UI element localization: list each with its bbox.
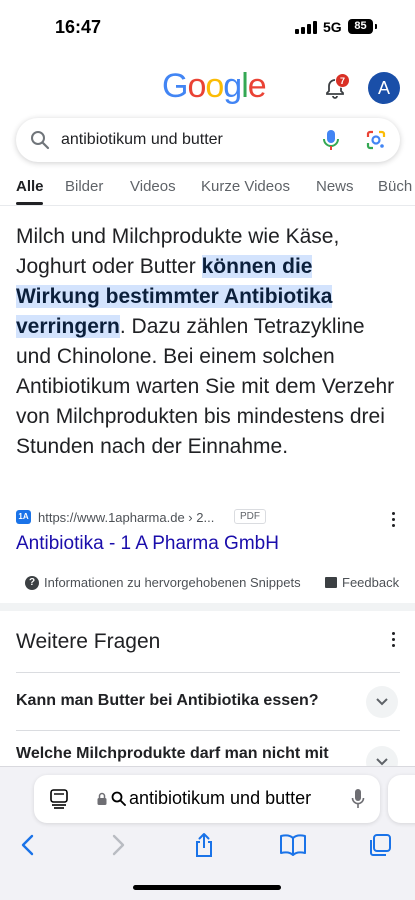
account-avatar[interactable]: A — [368, 72, 400, 104]
search-icon — [30, 130, 50, 150]
logo-letter: G — [162, 67, 188, 105]
home-indicator — [133, 885, 281, 890]
result-more-options-icon[interactable] — [392, 512, 396, 528]
signal-icon — [295, 21, 317, 34]
related-question-item[interactable]: Welche Milchprodukte darf man nicht mit — [16, 745, 329, 763]
expand-question-button[interactable] — [366, 686, 398, 718]
tab-images[interactable]: Bilder — [65, 178, 103, 195]
help-icon[interactable]: ? — [25, 576, 39, 590]
battery-cap — [375, 24, 377, 29]
chevron-down-icon — [376, 698, 388, 706]
source-url[interactable]: https://www.1apharma.de › 2... — [38, 510, 214, 525]
status-time: 16:47 — [55, 17, 102, 37]
feedback-link[interactable]: Feedback — [342, 575, 399, 590]
tab-all[interactable]: Alle — [16, 178, 44, 195]
share-icon[interactable] — [191, 832, 217, 858]
search-box[interactable]: antibiotikum und butter — [16, 118, 400, 162]
logo-letter: e — [247, 67, 267, 105]
search-tabs: Alle Bilder Videos Kurze Videos News Büc… — [0, 172, 415, 206]
page-menu-icon[interactable] — [50, 789, 68, 809]
network-label: 5G — [323, 19, 342, 35]
tab-short-videos[interactable]: Kurze Videos — [201, 178, 290, 195]
address-text[interactable]: antibiotikum und butter — [129, 788, 311, 809]
logo-letter: g — [223, 67, 242, 105]
google-logo[interactable]: Google — [162, 67, 267, 106]
pdf-tag: PDF — [234, 509, 266, 524]
battery-icon: 85 — [348, 19, 373, 34]
active-tab-indicator — [16, 202, 43, 205]
magnifier-icon — [111, 791, 126, 806]
tab-videos[interactable]: Videos — [130, 178, 176, 195]
status-bar: 16:47 5G 85 — [0, 0, 415, 56]
related-more-options-icon[interactable] — [392, 632, 396, 648]
related-question-item[interactable]: Kann man Butter bei Antibiotika essen? — [16, 692, 319, 710]
divider — [16, 672, 400, 673]
voice-search-mic-icon[interactable] — [320, 128, 342, 152]
section-divider — [0, 603, 415, 611]
next-tab-preview[interactable] — [388, 775, 415, 823]
logo-letter: o — [187, 67, 206, 105]
tab-news[interactable]: News — [316, 178, 354, 195]
tabs-overview-icon[interactable] — [367, 832, 393, 858]
snippet-info-link[interactable]: Informationen zu hervorgehobenen Snippet… — [44, 575, 301, 590]
battery-level: 85 — [354, 20, 367, 32]
lock-icon — [97, 792, 107, 805]
search-input[interactable]: antibiotikum und butter — [61, 131, 223, 149]
back-icon[interactable] — [15, 832, 41, 858]
source-row[interactable]: 1A https://www.1apharma.de › 2... PDF — [16, 509, 400, 529]
notification-badge: 7 — [335, 73, 350, 88]
forward-icon[interactable] — [105, 832, 131, 858]
site-favicon: 1A — [16, 510, 31, 524]
bookmarks-icon[interactable] — [279, 832, 306, 858]
divider — [16, 730, 400, 731]
google-lens-icon[interactable] — [365, 129, 387, 151]
tab-books[interactable]: Büch — [378, 178, 412, 195]
related-questions-title: Weitere Fragen — [16, 630, 161, 653]
logo-letter: o — [205, 67, 224, 105]
result-title-link[interactable]: Antibiotika - 1 A Pharma GmbH — [16, 533, 279, 555]
featured-snippet-text: Milch und Milchprodukte wie Käse, Joghur… — [16, 222, 400, 462]
dictation-mic-icon[interactable] — [351, 788, 365, 810]
feedback-icon[interactable] — [325, 577, 337, 588]
